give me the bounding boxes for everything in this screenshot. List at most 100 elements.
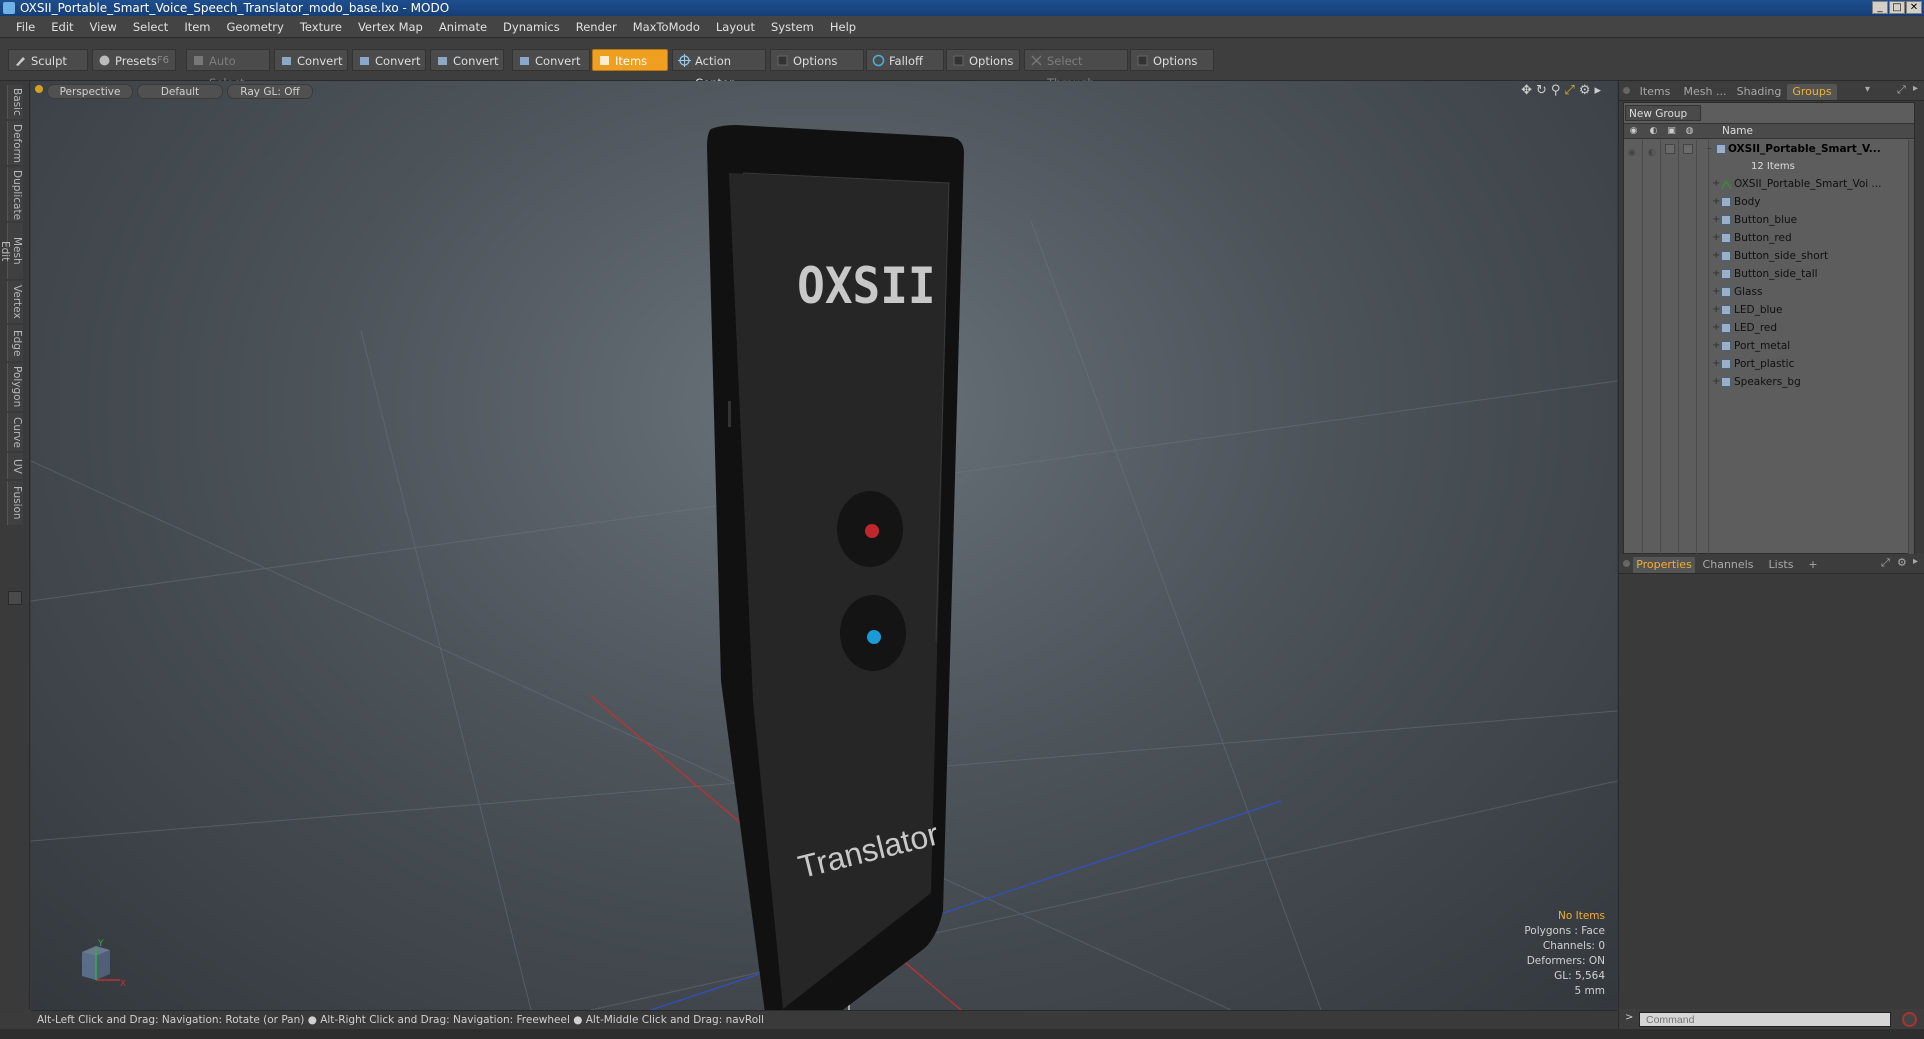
action-center-button[interactable]: Action Center (672, 49, 766, 90)
command-input[interactable] (1639, 1012, 1891, 1027)
tab-uv[interactable]: UV (7, 453, 23, 479)
tab-lists[interactable]: Lists (1759, 557, 1803, 573)
properties-menu-icon[interactable] (1623, 560, 1630, 567)
menu-maxtomodo[interactable]: MaxToModo (625, 20, 708, 34)
menu-help[interactable]: Help (822, 20, 864, 34)
properties-gear-icon[interactable]: ⚙ (1897, 556, 1907, 569)
new-group-button[interactable]: New Group (1625, 105, 1701, 121)
view-mode-dropdown[interactable]: Perspective (47, 84, 133, 99)
panel-toggle-button[interactable] (8, 591, 22, 605)
rotate-view-icon[interactable]: ↻ (1536, 83, 1547, 98)
tab-polygon[interactable]: Polygon (7, 363, 23, 411)
group-child-row[interactable]: + LED_red (1624, 319, 1914, 337)
panel-menu-icon[interactable] (1623, 87, 1630, 94)
visibility-column-eye-icon[interactable]: ◉ (1628, 126, 1639, 137)
raygl-toggle[interactable]: Ray GL: Off (227, 84, 313, 99)
expand-toggle-icon[interactable]: + (1712, 373, 1720, 391)
menu-texture[interactable]: Texture (292, 20, 350, 34)
expand-toggle-icon[interactable]: + (1712, 247, 1720, 265)
visibility-eye-icon[interactable]: ◉ (1628, 144, 1639, 158)
convert-button-4[interactable]: Convert (512, 49, 590, 71)
select-checkbox[interactable] (1683, 144, 1693, 154)
close-button[interactable]: ✕ (1906, 1, 1922, 14)
properties-arrow-icon[interactable]: ▸ (1913, 556, 1918, 567)
auto-select-button[interactable]: Auto Select (186, 49, 270, 90)
tab-shading[interactable]: Shading (1733, 84, 1785, 100)
group-child-row[interactable]: + Button_side_tall (1624, 265, 1914, 283)
tab-items[interactable]: Items (1633, 84, 1677, 100)
add-tab-button[interactable]: + (1805, 557, 1821, 573)
menu-file[interactable]: File (8, 20, 43, 34)
viewport-menu-icon[interactable] (35, 85, 43, 93)
minimize-button[interactable]: _ (1872, 1, 1888, 14)
select-column-icon[interactable]: ◍ (1684, 126, 1695, 137)
tab-channels[interactable]: Channels (1699, 557, 1757, 573)
lock-column-icon[interactable]: ▣ (1666, 126, 1677, 137)
expand-toggle-icon[interactable]: + (1712, 301, 1720, 319)
convert-button-1[interactable]: Convert (274, 49, 348, 71)
expand-toggle-icon[interactable]: + (1712, 283, 1720, 301)
expand-toggle-icon[interactable]: + (1712, 211, 1720, 229)
group-child-row[interactable]: + Button_red (1624, 229, 1914, 247)
tab-mesh[interactable]: Mesh ... (1679, 84, 1731, 100)
tab-edge[interactable]: Edge (7, 325, 23, 361)
group-child-row[interactable]: + Glass (1624, 283, 1914, 301)
tab-fusion[interactable]: Fusion (7, 481, 23, 525)
convert-button-2[interactable]: Convert (352, 49, 426, 71)
group-root-row[interactable]: ◉ ◐ – OXSII_Portable_Smart_V... (1624, 140, 1914, 158)
convert-button-3[interactable]: Convert (430, 49, 504, 71)
group-child-row[interactable]: + LED_blue (1624, 301, 1914, 319)
group-child-row[interactable]: + OXSII_Portable_Smart_Voi ... (1624, 175, 1914, 193)
select-through-button[interactable]: Select Through (1024, 49, 1128, 90)
group-child-row[interactable]: + Speakers_bg (1624, 373, 1914, 391)
maximize-button[interactable]: □ (1889, 1, 1905, 14)
zoom-view-icon[interactable]: ⚲ (1551, 83, 1561, 98)
menu-layout[interactable]: Layout (708, 20, 763, 34)
menu-item[interactable]: Item (176, 20, 218, 34)
collapse-toggle-icon[interactable]: – (1707, 140, 1712, 158)
render-column-icon[interactable]: ◐ (1648, 126, 1659, 137)
tab-mesh-edit[interactable]: Mesh Edit (0, 223, 23, 279)
items-mode-button[interactable]: Items (592, 49, 668, 71)
menu-dynamics[interactable]: Dynamics (495, 20, 568, 34)
expand-toggle-icon[interactable]: + (1712, 229, 1720, 247)
command-execute-icon[interactable] (1902, 1012, 1917, 1027)
tab-properties[interactable]: Properties (1633, 557, 1695, 573)
expand-toggle-icon[interactable]: + (1712, 355, 1720, 373)
expand-toggle-icon[interactable]: + (1712, 319, 1720, 337)
viewport-expand-icon[interactable]: ▸ (1594, 83, 1601, 98)
menu-view[interactable]: View (82, 20, 125, 34)
group-child-row[interactable]: + Port_metal (1624, 337, 1914, 355)
menu-edit[interactable]: Edit (43, 20, 81, 34)
group-child-row[interactable]: + Button_side_short (1624, 247, 1914, 265)
tab-dropdown-icon[interactable]: ▾ (1865, 84, 1870, 95)
name-column-header[interactable]: Name (1722, 125, 1753, 137)
groups-scrollbar[interactable] (1908, 140, 1914, 554)
group-child-row[interactable]: + Button_blue (1624, 211, 1914, 229)
tab-deform[interactable]: Deform (7, 121, 23, 165)
options-button-3[interactable]: Options (1130, 49, 1214, 71)
group-child-row[interactable]: + Body (1624, 193, 1914, 211)
tab-groups[interactable]: Groups (1787, 84, 1837, 100)
tab-duplicate[interactable]: Duplicate (7, 167, 23, 221)
tab-vertex[interactable]: Vertex (7, 281, 23, 323)
render-toggle-icon[interactable]: ◐ (1648, 144, 1659, 158)
options-button-1[interactable]: Options (770, 49, 864, 71)
expand-toggle-icon[interactable]: + (1712, 175, 1720, 193)
viewport-settings-gear-icon[interactable]: ⚙ (1579, 83, 1591, 98)
command-history-arrow-icon[interactable]: > (1625, 1012, 1633, 1023)
tab-curve[interactable]: Curve (7, 413, 23, 451)
shading-dropdown[interactable]: Default (137, 84, 223, 99)
falloff-button[interactable]: Falloff (866, 49, 944, 71)
3d-viewport[interactable]: OXSII Translator Perspective Default Ray… (31, 81, 1617, 1010)
panel-maximize-icon[interactable]: ⤢ (1897, 83, 1906, 97)
menu-animate[interactable]: Animate (431, 20, 495, 34)
group-child-row[interactable]: + Port_plastic (1624, 355, 1914, 373)
expand-toggle-icon[interactable]: + (1712, 265, 1720, 283)
expand-toggle-icon[interactable]: + (1712, 193, 1720, 211)
menu-render[interactable]: Render (568, 20, 625, 34)
menu-geometry[interactable]: Geometry (219, 20, 292, 34)
menu-system[interactable]: System (763, 20, 822, 34)
menu-select[interactable]: Select (125, 20, 176, 34)
options-button-2[interactable]: Options (946, 49, 1020, 71)
